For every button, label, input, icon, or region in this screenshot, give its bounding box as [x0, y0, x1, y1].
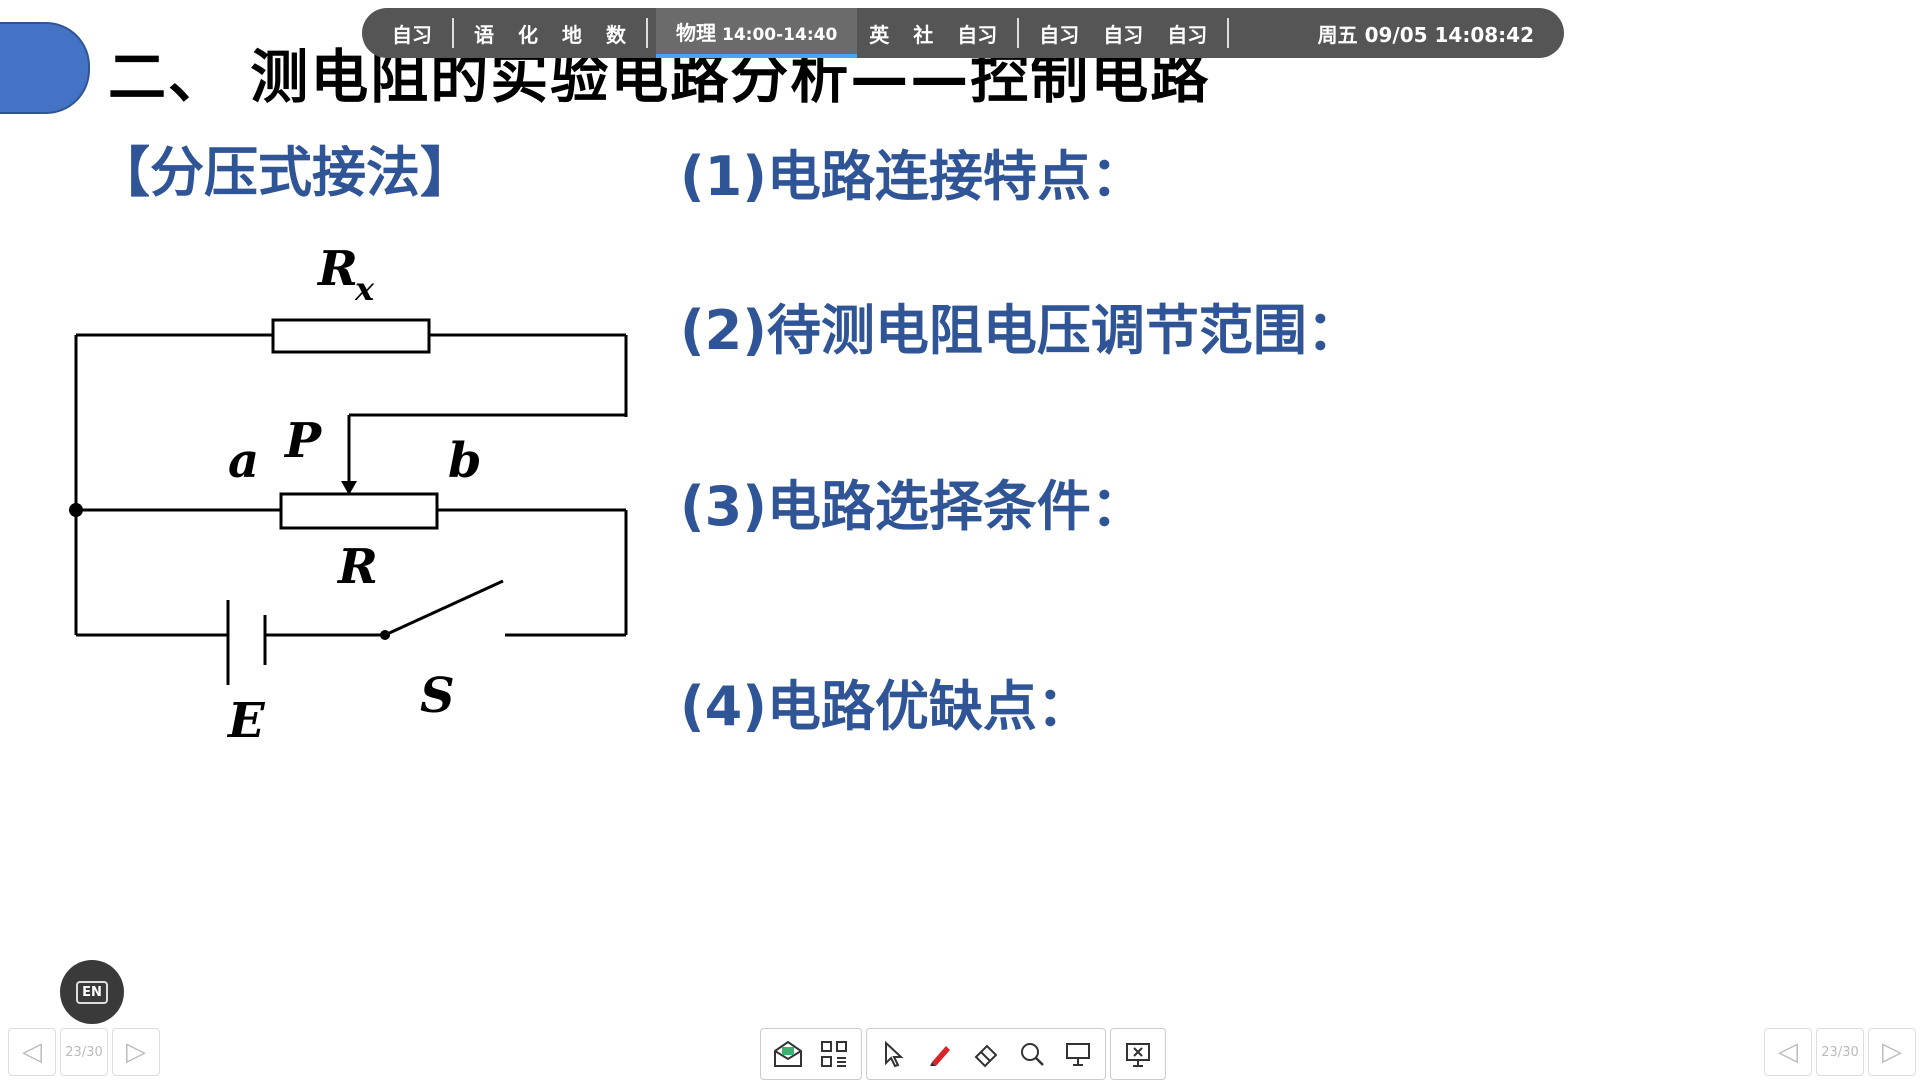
prev-page-button[interactable]: ◁	[8, 1028, 56, 1076]
schedule-current-time: 14:00-14:40	[722, 25, 838, 45]
schedule-separator	[646, 18, 648, 48]
schedule-current-label: 物理	[676, 21, 716, 45]
input-method-badge[interactable]: EN	[60, 960, 124, 1024]
schedule-current-item[interactable]: 物理 14:00-14:40	[656, 8, 858, 58]
schedule-clock: 周五 09/05 14:08:42	[1317, 22, 1534, 47]
slide: 二、 测电阻的实验电路分析——控制电路 【分压式接法】 (1)电路连接特点： (…	[0, 0, 1920, 1080]
screen-tool-button[interactable]	[1055, 1031, 1101, 1077]
switch-pivot	[380, 630, 390, 640]
page-indicator[interactable]: 23/30	[60, 1028, 108, 1076]
label-a: a	[228, 433, 259, 489]
pager-right: ◁ 23/30 ▷	[1764, 1028, 1920, 1078]
pen-tool-button[interactable]	[917, 1031, 963, 1077]
page-indicator-text: 23/30	[65, 1044, 103, 1060]
schedule-item[interactable]: 自习	[1027, 19, 1091, 48]
chevron-right-icon: ▷	[126, 1037, 146, 1067]
method-label: 【分压式接法】	[96, 141, 474, 204]
next-page-button[interactable]: ▷	[112, 1028, 160, 1076]
label-rx: R	[316, 241, 358, 297]
label-r: R	[336, 539, 378, 595]
circuit-diagram: R x a P b R S E	[69, 241, 628, 749]
label-b: b	[448, 433, 482, 489]
label-rx-sub: x	[354, 270, 375, 308]
point-1: (1)电路连接特点：	[680, 145, 1145, 208]
toolbar-group-3	[1110, 1028, 1166, 1080]
next-page-button[interactable]: ▷	[1868, 1028, 1916, 1076]
prev-page-button[interactable]: ◁	[1764, 1028, 1812, 1076]
magnifier-tool-button[interactable]	[1009, 1031, 1055, 1077]
pen-icon	[930, 1046, 950, 1066]
schedule-item[interactable]: 自习	[380, 19, 444, 48]
exit-presentation-button[interactable]	[1115, 1031, 1161, 1077]
presentation-toolbar	[760, 1028, 1170, 1080]
label-e: E	[226, 693, 266, 749]
schedule-item[interactable]: 自习	[1155, 19, 1219, 48]
schedule-separator	[1017, 18, 1020, 48]
schedule-item[interactable]: 数	[594, 19, 638, 48]
schedule-separator	[452, 18, 454, 48]
switch-blade	[384, 579, 504, 637]
eraser-icon	[974, 1044, 998, 1068]
envelope-icon	[774, 1040, 802, 1067]
toolbar-group-2	[866, 1028, 1106, 1080]
magnifier-icon	[1021, 1043, 1044, 1066]
chevron-left-icon: ◁	[22, 1037, 42, 1067]
schedule-item[interactable]: 自习	[1091, 19, 1155, 48]
schedule-item[interactable]: 英	[857, 19, 901, 48]
schedule-item[interactable]: 地	[550, 19, 594, 48]
point-4: (4)电路优缺点：	[680, 675, 1091, 738]
schedule-item[interactable]: 自习	[945, 19, 1009, 48]
resistor-rx	[271, 318, 431, 354]
junction-dot	[69, 503, 83, 517]
point-3: (3)电路选择条件：	[680, 475, 1145, 538]
pointer-tool-button[interactable]	[871, 1031, 917, 1077]
chevron-left-icon: ◁	[1778, 1037, 1798, 1067]
en-label: EN	[76, 980, 108, 1004]
page-indicator-text: 23/30	[1821, 1044, 1859, 1060]
toolbar-group-1	[760, 1028, 862, 1080]
label-p: P	[283, 413, 323, 469]
schedule-item[interactable]: 化	[506, 19, 550, 48]
schedule-separator	[1227, 18, 1230, 48]
schedule-item[interactable]: 社	[901, 19, 945, 48]
eraser-tool-button[interactable]	[963, 1031, 1009, 1077]
screen-icon	[1066, 1043, 1090, 1066]
grid-tool-button[interactable]	[811, 1031, 857, 1077]
point-2: (2)待测电阻电压调节范围：	[680, 299, 1361, 362]
slide-corner-tab	[0, 22, 90, 114]
pointer-icon	[885, 1040, 904, 1068]
schedule-item[interactable]: 语	[462, 19, 506, 48]
pager-left: ◁ 23/30 ▷	[8, 1028, 164, 1078]
page-indicator[interactable]: 23/30	[1816, 1028, 1864, 1076]
exit-presentation-icon	[1126, 1043, 1150, 1067]
grid-icon	[821, 1041, 847, 1067]
resistor-r	[279, 492, 439, 530]
envelope-tool-button[interactable]	[765, 1031, 811, 1077]
chevron-right-icon: ▷	[1882, 1037, 1902, 1067]
schedule-bar: 自习 语 化 地 数 物理 14:00-14:40 英 社 自习 自习 自习 自习…	[362, 8, 1564, 58]
label-s: S	[420, 668, 455, 724]
